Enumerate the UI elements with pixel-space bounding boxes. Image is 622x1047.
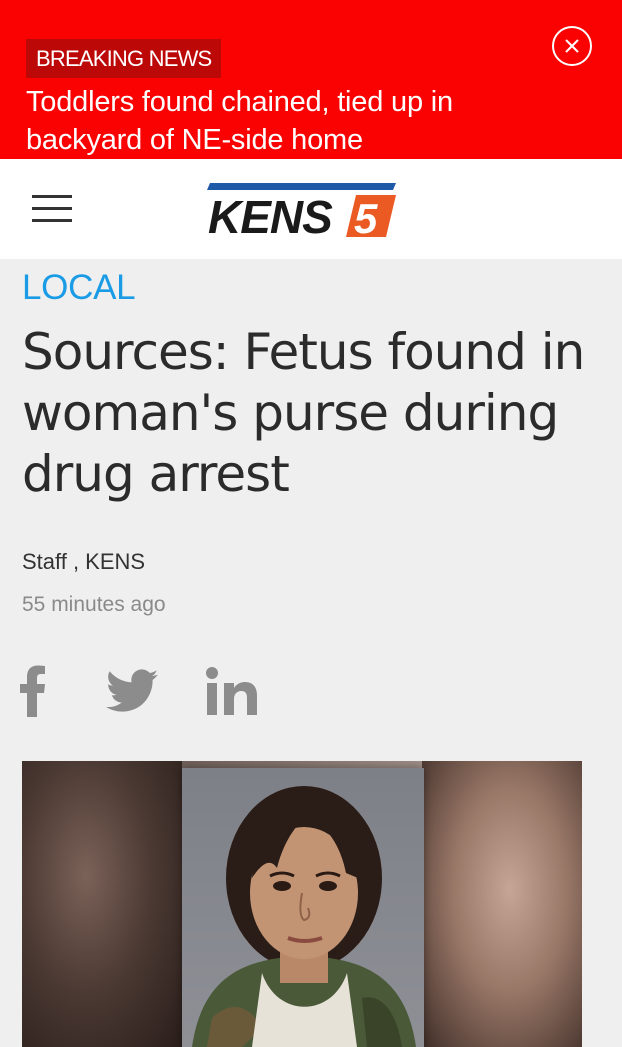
photo-blurred-background-left (22, 761, 182, 1047)
mugshot-image (182, 768, 424, 1047)
linkedin-icon[interactable] (204, 665, 258, 722)
section-label[interactable]: LOCAL (22, 268, 136, 308)
hamburger-menu-icon[interactable] (32, 193, 72, 225)
logo-number: 5 (354, 195, 378, 239)
photo-blurred-background-right (422, 761, 582, 1047)
facebook-icon[interactable] (20, 665, 46, 722)
twitter-icon[interactable] (106, 665, 158, 718)
article-byline: Staff , KENS (22, 549, 146, 574)
close-banner-button[interactable] (552, 26, 592, 66)
close-icon (565, 39, 579, 53)
article-photo[interactable] (22, 761, 582, 1047)
article-timestamp: 55 minutes ago (22, 593, 166, 616)
breaking-news-headline[interactable]: Toddlers found chained, tied up in backy… (26, 83, 546, 159)
breaking-news-badge: BREAKING NEWS (26, 39, 222, 78)
breaking-news-banner[interactable]: BREAKING NEWS Toddlers found chained, ti… (0, 0, 622, 159)
kens5-logo[interactable]: KENS 5 (206, 181, 398, 243)
article-title: Sources: Fetus found in woman's purse du… (22, 323, 585, 503)
logo-text: KENS (208, 191, 333, 239)
